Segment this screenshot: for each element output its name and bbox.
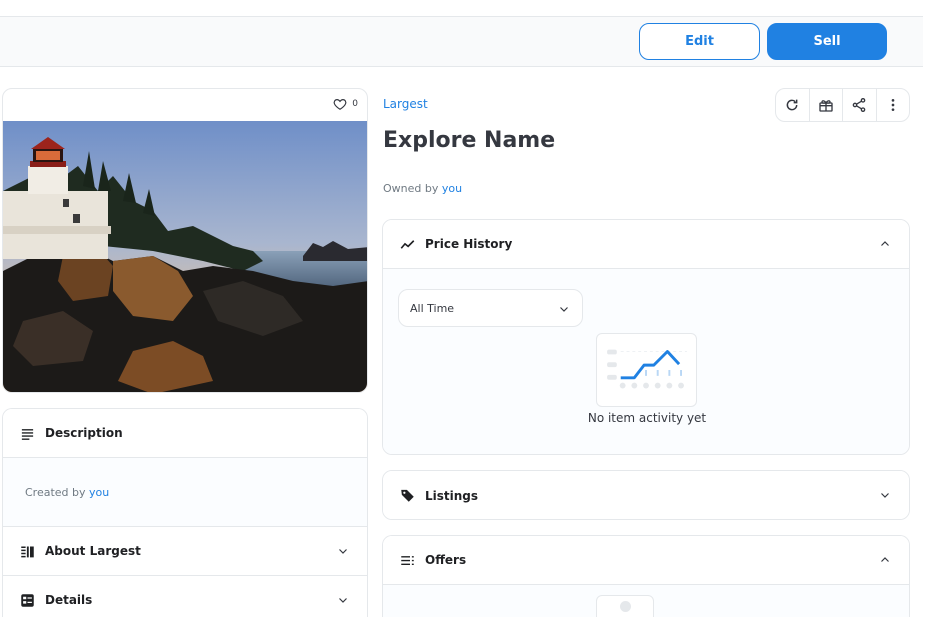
- description-header[interactable]: Description: [3, 409, 367, 458]
- sell-button[interactable]: Sell: [767, 23, 887, 60]
- about-collection-icon: [21, 546, 34, 557]
- offers-title: Offers: [425, 553, 467, 567]
- tag-icon: [401, 489, 414, 502]
- price-history-header[interactable]: Price History: [383, 220, 909, 269]
- chevron-down-icon: [339, 549, 347, 554]
- heart-icon: [333, 99, 347, 110]
- more-icon: [891, 99, 895, 111]
- gift-button[interactable]: [810, 89, 843, 121]
- chevron-down-icon: [881, 493, 889, 498]
- chevron-down-icon: [339, 598, 347, 603]
- time-range-value: All Time: [410, 301, 455, 315]
- chevron-up-icon: [881, 557, 889, 562]
- refresh-button[interactable]: [776, 89, 810, 121]
- chevron-down-icon: [560, 307, 568, 312]
- item-image[interactable]: [3, 121, 368, 393]
- about-header[interactable]: About Largest: [3, 527, 367, 576]
- media-header: 0: [3, 89, 367, 121]
- item-media-card: 0: [2, 88, 368, 393]
- item-action-icons: [775, 88, 910, 122]
- listings-header[interactable]: Listings: [383, 471, 909, 519]
- empty-chart-illustration: [596, 333, 697, 407]
- lines-icon: [21, 428, 34, 440]
- share-button[interactable]: [843, 89, 877, 121]
- offers-header[interactable]: Offers: [383, 536, 909, 585]
- listings-card: Listings: [382, 470, 910, 520]
- favorite-count: 0: [352, 99, 358, 109]
- price-history-title: Price History: [425, 237, 513, 251]
- owner-line: Owned by you: [383, 182, 462, 195]
- favorite-button[interactable]: 0: [333, 97, 358, 111]
- trending-icon: [400, 239, 415, 249]
- collection-link[interactable]: Largest: [383, 97, 428, 111]
- owner-link[interactable]: you: [442, 182, 462, 195]
- more-button[interactable]: [877, 89, 910, 121]
- empty-offers-illustration: [596, 595, 654, 617]
- list-icon: [401, 555, 414, 565]
- offers-body: [383, 585, 909, 617]
- listings-title: Listings: [425, 488, 479, 503]
- chevron-up-icon: [881, 241, 889, 246]
- item-title: Explore Name: [383, 128, 556, 153]
- details-icon: [21, 593, 34, 607]
- details-title: Details: [45, 593, 93, 607]
- gift-icon: [819, 100, 833, 112]
- description-title: Description: [45, 426, 123, 440]
- price-history-card: Price History All Time No item activity …: [382, 219, 910, 455]
- empty-activity-text: No item activity yet: [587, 411, 707, 425]
- edit-button[interactable]: Edit: [639, 23, 760, 60]
- about-title: About Largest: [45, 544, 141, 558]
- share-icon: [852, 98, 866, 112]
- owned-by-label: Owned by: [383, 182, 439, 195]
- details-header[interactable]: Details: [3, 576, 367, 617]
- created-by-label: Created by: [25, 486, 86, 499]
- item-details-panels: Description Created by you About Largest…: [2, 408, 368, 617]
- top-navigation: [0, 0, 923, 17]
- offers-card: Offers: [382, 535, 910, 617]
- creator-link[interactable]: you: [89, 486, 109, 499]
- price-history-body: All Time No item activity yet: [383, 269, 909, 454]
- description-body: Created by you: [3, 458, 367, 527]
- refresh-icon: [786, 99, 798, 111]
- time-range-select[interactable]: All Time: [398, 289, 583, 327]
- owner-action-bar: Edit Sell: [0, 17, 923, 67]
